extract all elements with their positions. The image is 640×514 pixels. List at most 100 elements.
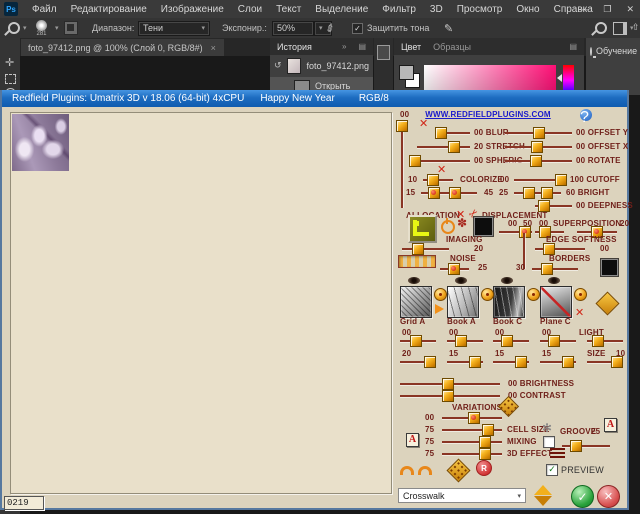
colorize-handle[interactable] (427, 174, 439, 186)
rotate-handle[interactable] (530, 155, 542, 167)
layer-slider-1[interactable] (447, 340, 483, 342)
variations-slider[interactable] (442, 417, 502, 419)
menu-window[interactable]: Окно (509, 4, 546, 15)
cutoff-handle[interactable] (555, 174, 567, 186)
borders-slider[interactable] (532, 268, 578, 270)
range-select[interactable]: Тени▾ (138, 21, 210, 36)
stretch-handle[interactable] (448, 141, 460, 153)
layer-handle[interactable] (501, 335, 513, 347)
imaging-slider[interactable] (402, 248, 449, 250)
superposition-slider-a[interactable] (535, 231, 564, 233)
layer-slider-1[interactable] (493, 340, 529, 342)
colorize-slider[interactable] (423, 179, 453, 181)
deepness-slider[interactable] (535, 205, 572, 207)
reset-badge-button[interactable]: R (476, 460, 492, 476)
history-brush-icon[interactable]: ↺ (274, 61, 282, 71)
light-handle[interactable] (592, 335, 604, 347)
history-panel-title[interactable]: История (277, 42, 312, 52)
ok-button[interactable]: ✓ (571, 485, 594, 508)
menu-image[interactable]: Изображение (154, 4, 231, 15)
noise-slider[interactable] (440, 268, 469, 270)
size-handle[interactable] (611, 356, 623, 368)
visibility-eye-icon[interactable] (455, 277, 467, 284)
chevron-down-icon[interactable]: ▾ (23, 24, 27, 32)
website-link[interactable]: WWW.REDFIELDPLUGINS.COM (418, 110, 558, 119)
offset-y-handle[interactable] (533, 127, 545, 139)
borders-handle[interactable] (541, 263, 553, 275)
preset-select[interactable]: Crosswalk ▾ (398, 488, 526, 503)
play-triangle-icon[interactable] (435, 304, 444, 314)
undo-arc-icon[interactable] (400, 466, 414, 475)
layer-handle[interactable] (455, 335, 467, 347)
menu-3d[interactable]: 3D (423, 4, 450, 15)
plugin-title-bar[interactable]: Redfield Plugins: Umatrix 3D v 18.06 (64… (2, 90, 627, 107)
texture-thumb-grid-a[interactable] (400, 286, 432, 318)
letter-a-button[interactable]: A (406, 433, 419, 447)
document-tab[interactable]: foto_97412.png @ 100% (Слой 0, RGB/8#) × (20, 39, 224, 56)
move-tool-icon[interactable]: ✛ (5, 56, 14, 69)
borders-color-swatch[interactable] (601, 259, 618, 276)
learn-label[interactable]: Обучение (596, 46, 637, 56)
reset-x-icon[interactable]: ✕ (575, 306, 584, 319)
preset-stepper[interactable] (534, 485, 552, 506)
layer-handle[interactable] (548, 335, 560, 347)
marquee-tool-icon[interactable] (5, 74, 16, 84)
offset-x-handle[interactable] (531, 141, 543, 153)
layer-slider-2[interactable] (447, 361, 483, 363)
allocation-color-swatch[interactable] (474, 217, 493, 236)
spheric-slider[interactable] (410, 160, 470, 162)
groove-handle[interactable] (570, 440, 582, 452)
protect-tones-checkbox[interactable]: ✓ (352, 23, 363, 34)
blur-handle[interactable] (435, 127, 447, 139)
displacement-handle[interactable] (519, 226, 531, 238)
menu-type[interactable]: Текст (269, 4, 308, 15)
3d-effect-slider[interactable] (442, 453, 502, 455)
mixing-slider[interactable] (442, 441, 502, 443)
visibility-eye-icon[interactable] (501, 277, 513, 284)
menu-layers[interactable]: Слои (231, 4, 269, 15)
allocation-button[interactable] (408, 215, 437, 243)
shuffle-diamond-button[interactable] (595, 291, 619, 315)
preview-checkbox[interactable]: ✓ (546, 464, 558, 476)
cancel-button[interactable]: ✕ (597, 485, 620, 508)
layer-slider-2[interactable] (493, 361, 529, 363)
dodge-tool-icon[interactable] (8, 22, 20, 34)
share-icon[interactable]: ⇧ (632, 23, 640, 33)
texture-radio-book-a[interactable] (481, 288, 494, 301)
layer-handle[interactable] (410, 335, 422, 347)
displacement-slider[interactable] (499, 231, 532, 233)
range1-handle-a[interactable] (428, 187, 440, 199)
flower-icon[interactable]: ✽ (457, 216, 467, 230)
range1-slider[interactable] (421, 192, 477, 194)
range2-handle-b[interactable] (541, 187, 553, 199)
reset-x-icon[interactable]: ✕ (419, 117, 428, 130)
rotate-slider[interactable] (505, 160, 572, 162)
random-diamond-button[interactable] (446, 458, 470, 482)
mixing-checkbox[interactable] (543, 436, 555, 448)
layer-handle[interactable] (424, 356, 436, 368)
master-slider-handle[interactable] (396, 120, 408, 132)
menu-view[interactable]: Просмотр (450, 4, 510, 15)
noise-handle[interactable] (448, 263, 460, 275)
power-icon[interactable] (441, 220, 455, 234)
variations-handle[interactable] (468, 412, 480, 424)
stepper-up-icon[interactable] (534, 485, 552, 495)
tab-swatches[interactable]: Образцы (433, 42, 471, 52)
master-slider-track[interactable] (401, 122, 403, 208)
offset-x-slider[interactable] (505, 146, 572, 148)
letter-a-button[interactable]: A (604, 418, 617, 432)
maximize-button[interactable]: ❐ (603, 4, 611, 15)
size-slider[interactable] (587, 361, 623, 363)
imaging-handle[interactable] (412, 243, 424, 255)
collapsed-panel-icon[interactable] (377, 45, 390, 60)
cell-size-slider[interactable] (442, 429, 502, 431)
brightness-slider[interactable] (400, 383, 500, 385)
3d-effect-handle[interactable] (479, 448, 491, 460)
contrast-handle[interactable] (442, 390, 454, 402)
menu-edit[interactable]: Редактирование (64, 4, 154, 15)
superposition-slider-b[interactable] (577, 231, 617, 233)
range1-handle-b[interactable] (449, 187, 461, 199)
texture-thumb-book-c[interactable] (493, 286, 525, 318)
edge-softness-slider[interactable] (535, 248, 585, 250)
stepper-down-icon[interactable] (534, 496, 552, 506)
